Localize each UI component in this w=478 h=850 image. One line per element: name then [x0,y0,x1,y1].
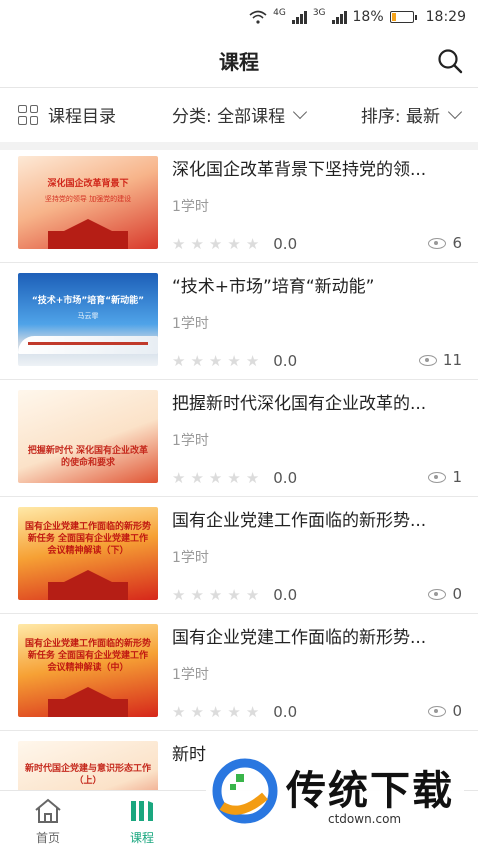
course-hours: 1学时 [172,667,209,683]
rating-stars: ★ ★ ★ ★ ★ [172,468,260,487]
rating-stars: ★ ★ ★ ★ ★ [172,702,260,721]
thumbnail-title: 国有企业党建工作面临的新形势新任务 全面国有企业党建工作会议精神解读（中） [24,639,151,673]
rating-value: 0.0 [273,586,298,604]
rating-value: 0.0 [273,469,298,487]
course-title: 国有企业党建工作面临的新形势... [172,628,427,648]
thumbnail-title: 把握新时代 深化国有企业改革的使命和要求 [27,446,149,468]
rating-stars: ★ ★ ★ ★ ★ [172,585,260,604]
course-hours: 1学时 [172,199,209,215]
rating-stars: ★ ★ ★ ★ ★ [172,351,260,370]
tab-course-label: 课程 [129,831,154,845]
course-thumbnail: 国有企业党建工作面临的新形势新任务 全面国有企业党建工作会议精神解读（下） [18,507,158,600]
course-item[interactable]: 国有企业党建工作面临的新形势新任务 全面国有企业党建工作会议精神解读（中） 国有… [0,614,478,731]
sort-dropdown[interactable]: 排序: 最新 [360,102,463,127]
thumbnail-title: 新时代国企党建与意识形态工作（上） [24,764,151,786]
eye-icon [428,471,447,483]
app-header: 课程 [0,34,478,88]
course-title: 把握新时代深化国有企业改革的... [172,394,427,414]
gate-image [48,570,128,600]
view-count: 11 [442,351,462,369]
watermark-url: ctdown.com [328,812,402,826]
course-hours: 1学时 [172,316,209,332]
tab-course[interactable]: 课程 [112,797,172,846]
course-item[interactable]: 国有企业党建工作面临的新形势新任务 全面国有企业党建工作会议精神解读（下） 国有… [0,497,478,614]
battery-icon [389,11,417,23]
signal-icon [291,10,307,24]
view-count: 0 [452,702,462,720]
thumbnail-title: 国有企业党建工作面临的新形势新任务 全面国有企业党建工作会议精神解读（下） [24,522,151,556]
ctdown-logo-icon [212,758,278,824]
train-image [18,336,158,354]
network-label-2: 3G [312,8,326,18]
thumbnail-subtitle: 马云霏 [77,312,99,320]
network-label-1: 4G [273,8,286,18]
watermark-brand: 传统下载 [286,768,454,814]
page-title: 课程 [219,50,259,74]
status-bar: 4G 3G 18% 18:29 [0,0,478,34]
eye-icon [428,705,447,717]
rating-stars: ★ ★ ★ ★ ★ [172,234,260,253]
catalog-button[interactable]: 课程目录 [18,102,116,127]
watermark: 传统下载 ctdown.com [206,752,464,830]
course-list: 深化国企改革背景下 坚持党的领导 加强党的建设 深化国企改革背景下坚持党的领..… [0,146,478,848]
rating-value: 0.0 [273,235,298,253]
sort-label: 排序: 最新 [360,107,440,127]
course-hours: 1学时 [172,433,209,449]
eye-icon [428,237,447,249]
course-thumbnail: “技术+市场”培育“新动能” 马云霏 [18,273,158,366]
course-title: “技术+市场”培育“新动能” [172,277,375,297]
view-count: 0 [452,585,462,603]
tab-home-label: 首页 [35,831,60,845]
course-item[interactable]: 深化国企改革背景下 坚持党的领导 加强党的建设 深化国企改革背景下坚持党的领..… [0,146,478,263]
course-title: 国有企业党建工作面临的新形势... [172,511,427,531]
signal-icon-2 [331,10,347,24]
course-hours: 1学时 [172,550,209,566]
rating-value: 0.0 [273,352,298,370]
tab-home[interactable]: 首页 [18,797,78,846]
eye-icon [418,354,437,366]
course-item[interactable]: 把握新时代 深化国有企业改革的使命和要求 把握新时代深化国有企业改革的... 1… [0,380,478,497]
filter-bar: 课程目录 分类: 全部课程 排序: 最新 [0,88,478,150]
course-thumbnail: 把握新时代 深化国有企业改革的使命和要求 [18,390,158,483]
eye-icon [428,588,447,600]
course-thumbnail: 深化国企改革背景下 坚持党的领导 加强党的建设 [18,156,158,249]
wifi-icon [249,10,267,24]
battery-percent: 18% [352,9,384,25]
view-count: 6 [452,234,462,252]
course-title: 深化国企改革背景下坚持党的领... [172,160,427,180]
chevron-down-icon [447,104,463,120]
temple-image [48,219,128,249]
gate-image [48,687,128,717]
chevron-down-icon [293,104,308,120]
thumbnail-title: “技术+市场”培育“新动能” [31,296,145,306]
course-item[interactable]: “技术+市场”培育“新动能” 马云霏 “技术+市场”培育“新动能” 1学时 ★ ★… [0,263,478,380]
rating-value: 0.0 [273,703,298,721]
clock: 18:29 [425,9,466,25]
grid-icon [18,104,38,125]
thumbnail-title: 深化国企改革背景下 [47,179,129,189]
home-icon [35,798,61,823]
thumbnail-subtitle: 坚持党的领导 加强党的建设 [44,195,132,203]
view-count: 1 [452,468,462,486]
category-dropdown[interactable]: 分类: 全部课程 [172,102,308,127]
catalog-label: 课程目录 [48,107,116,127]
search-icon[interactable] [436,47,464,75]
course-thumbnail: 国有企业党建工作面临的新形势新任务 全面国有企业党建工作会议精神解读（中） [18,624,158,717]
category-label: 分类: 全部课程 [172,107,286,127]
course-icon [131,801,153,821]
